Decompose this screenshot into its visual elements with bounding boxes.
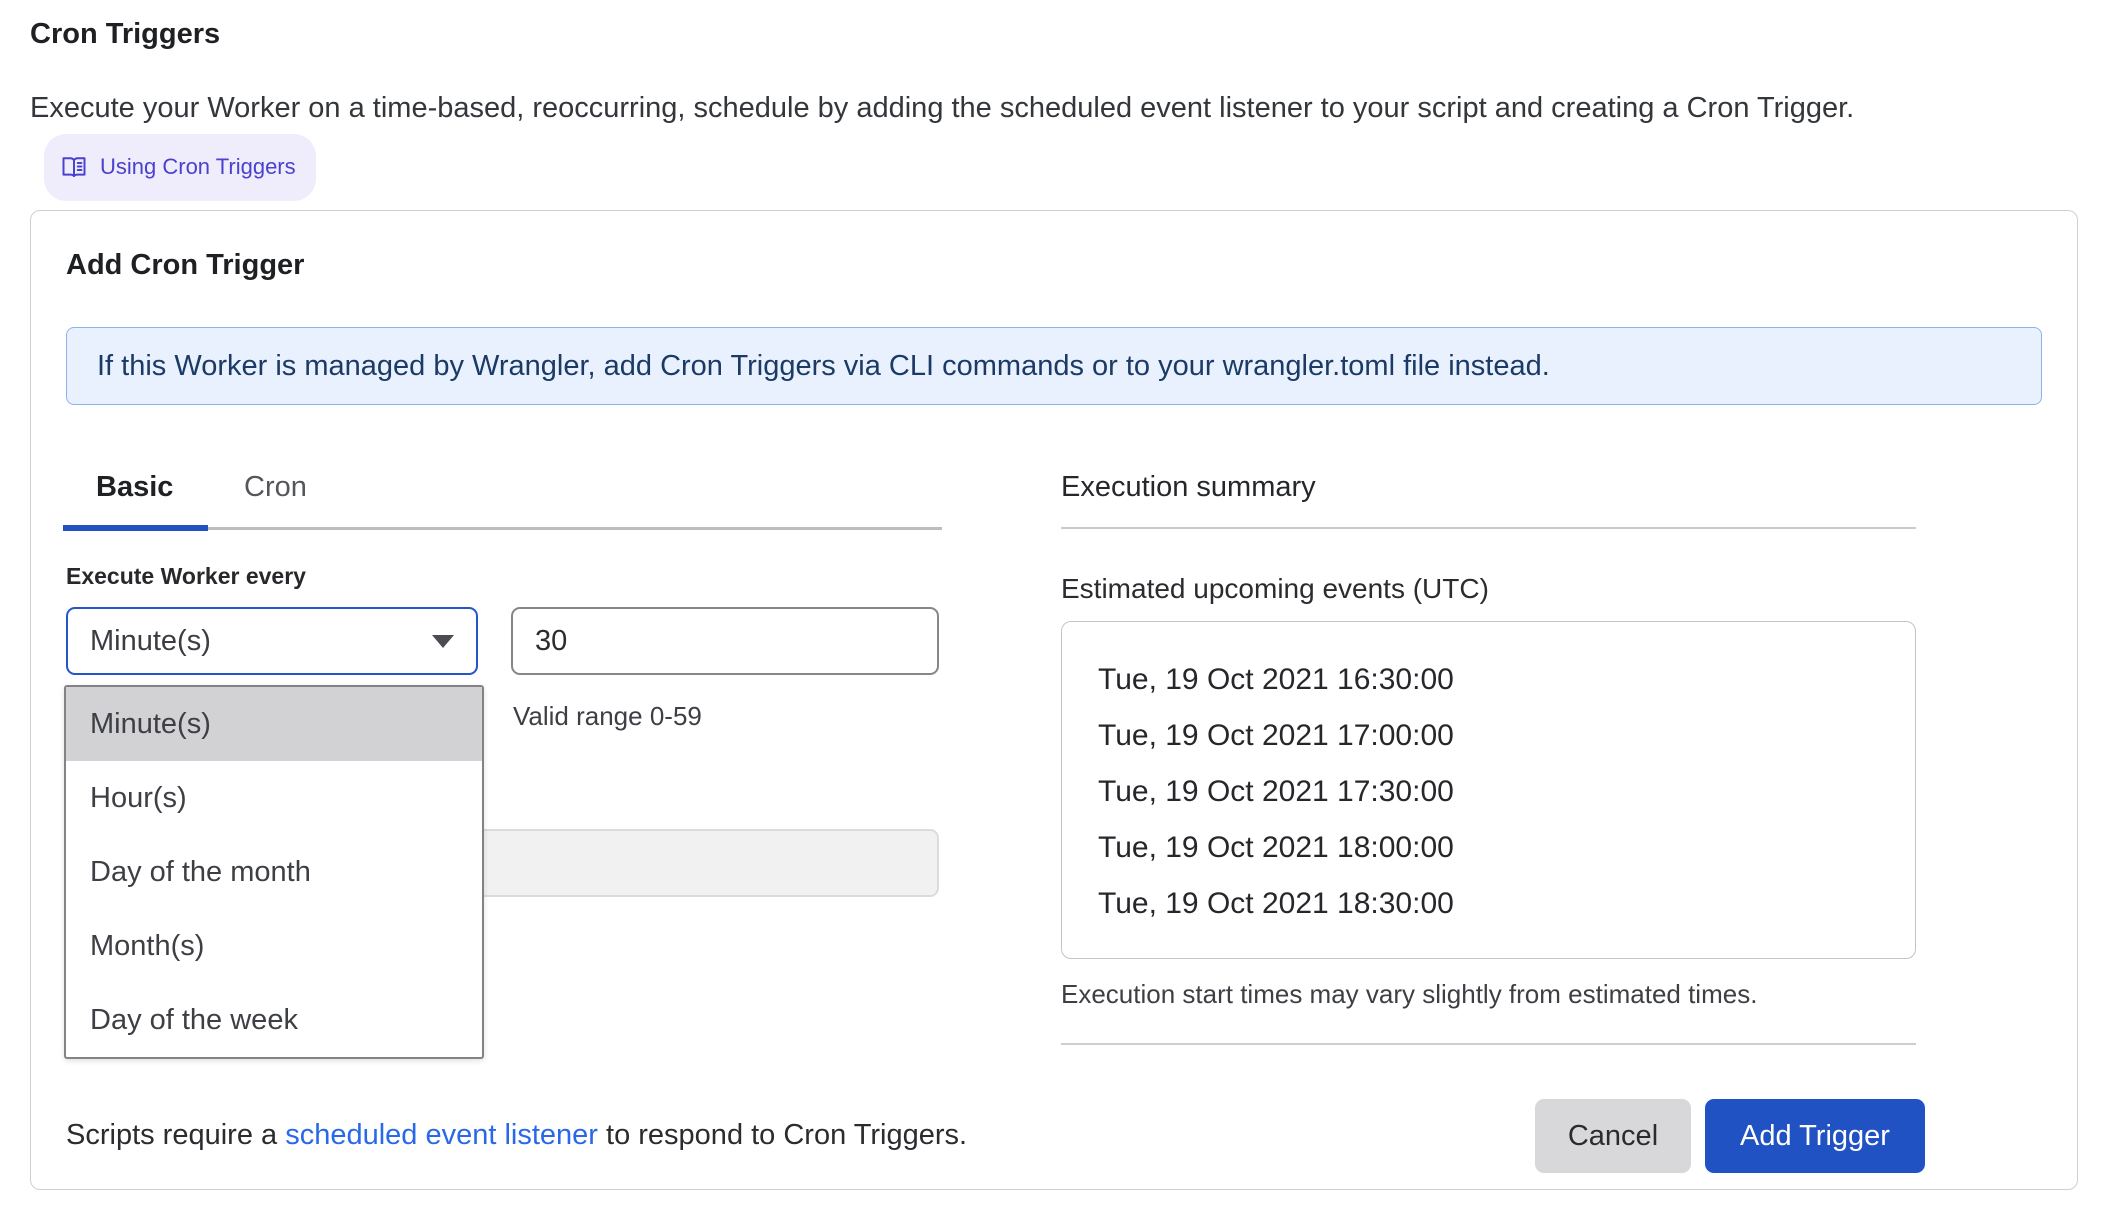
footer-requirement-text: Scripts require a scheduled event listen…	[66, 1119, 967, 1152]
interval-value-input[interactable]	[511, 607, 939, 675]
interval-unit-dropdown-menu: Minute(s) Hour(s) Day of the month Month…	[64, 685, 484, 1059]
dropdown-option-minutes[interactable]: Minute(s)	[66, 687, 482, 761]
interval-unit-select-value: Minute(s)	[90, 625, 211, 658]
page-title: Cron Triggers	[30, 18, 220, 51]
dropdown-option-months[interactable]: Month(s)	[66, 909, 482, 983]
using-cron-triggers-label: Using Cron Triggers	[100, 141, 296, 193]
page-description-text: Execute your Worker on a time-based, reo…	[30, 92, 1854, 124]
dropdown-option-hours[interactable]: Hour(s)	[66, 761, 482, 835]
event-row: Tue, 19 Oct 2021 18:00:00	[1098, 820, 1915, 876]
card-title: Add Cron Trigger	[66, 249, 304, 282]
chevron-down-icon	[432, 635, 454, 648]
wrangler-info-banner-text: If this Worker is managed by Wrangler, a…	[97, 350, 1550, 383]
event-row: Tue, 19 Oct 2021 17:30:00	[1098, 764, 1915, 820]
tab-basic[interactable]: Basic	[96, 471, 173, 504]
page-description: Execute your Worker on a time-based, reo…	[30, 82, 2005, 201]
book-icon	[60, 153, 88, 181]
wrangler-info-banner: If this Worker is managed by Wrangler, a…	[66, 327, 2042, 405]
interval-unit-select[interactable]: Minute(s)	[66, 607, 478, 675]
tab-cron[interactable]: Cron	[244, 471, 307, 504]
event-row: Tue, 19 Oct 2021 17:00:00	[1098, 708, 1915, 764]
scheduled-event-listener-link[interactable]: scheduled event listener	[285, 1119, 598, 1151]
execute-worker-every-label: Execute Worker every	[66, 563, 306, 590]
estimated-events-box: Tue, 19 Oct 2021 16:30:00 Tue, 19 Oct 20…	[1061, 621, 1916, 959]
execution-summary-divider	[1061, 527, 1916, 529]
add-cron-trigger-card: Add Cron Trigger If this Worker is manag…	[30, 210, 2078, 1190]
footer-text-prefix: Scripts require a	[66, 1119, 285, 1151]
active-tab-indicator	[63, 525, 208, 531]
execution-note: Execution start times may vary slightly …	[1061, 979, 1757, 1010]
event-row: Tue, 19 Oct 2021 18:30:00	[1098, 876, 1915, 932]
footer-text-suffix: to respond to Cron Triggers.	[598, 1119, 967, 1151]
event-row: Tue, 19 Oct 2021 16:30:00	[1098, 652, 1915, 708]
dropdown-option-day-of-month[interactable]: Day of the month	[66, 835, 482, 909]
summary-bottom-divider	[1061, 1043, 1916, 1045]
estimated-events-label: Estimated upcoming events (UTC)	[1061, 573, 1489, 605]
add-trigger-button[interactable]: Add Trigger	[1705, 1099, 1925, 1173]
cron-triggers-page: Cron Triggers Execute your Worker on a t…	[0, 0, 2108, 1212]
dropdown-option-day-of-week[interactable]: Day of the week	[66, 983, 482, 1057]
using-cron-triggers-link[interactable]: Using Cron Triggers	[44, 134, 316, 201]
cancel-button[interactable]: Cancel	[1535, 1099, 1691, 1173]
execution-summary-heading: Execution summary	[1061, 471, 1316, 504]
interval-helper-text: Valid range 0-59	[513, 701, 702, 732]
